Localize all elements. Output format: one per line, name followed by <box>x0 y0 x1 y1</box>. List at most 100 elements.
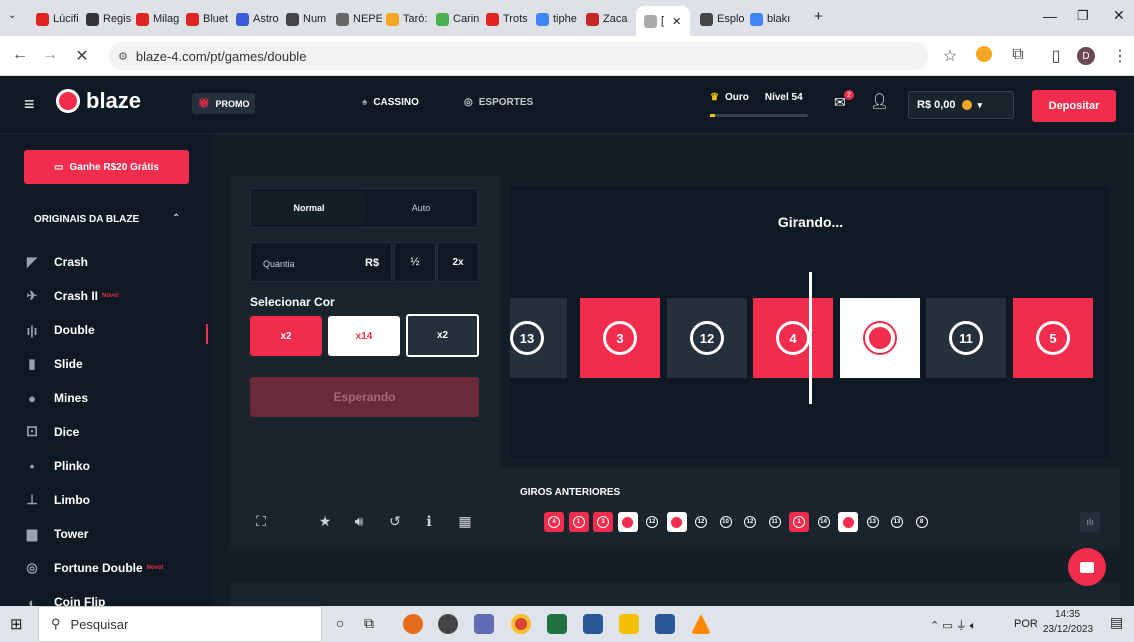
site-info-icon[interactable]: ⚙ <box>118 50 128 63</box>
collapse-chevron-icon[interactable]: ⌃ <box>172 213 180 224</box>
hamburger-icon[interactable]: ≡ <box>24 94 35 115</box>
fullscreen-icon[interactable]: ⛶ <box>248 508 274 534</box>
sidebar-item-limbo[interactable]: ⊥ Limbo <box>24 492 90 508</box>
blaze-logo[interactable]: blaze <box>56 88 141 114</box>
favorite-star-icon[interactable]: ★ <box>312 508 338 534</box>
tab-label: tiphe <box>553 13 577 25</box>
browser-tab[interactable]: Lúcifi <box>36 8 82 30</box>
tab-search-icon[interactable]: ⌄ <box>8 10 16 21</box>
browser-tab[interactable]: Carin <box>436 8 482 30</box>
history-icon[interactable]: ↺ <box>382 508 408 534</box>
browser-tab[interactable]: Num <box>286 8 332 30</box>
history-stats-icon[interactable]: ılı <box>1080 512 1100 532</box>
bet-action-button[interactable]: Esperando <box>250 377 479 417</box>
color-red-button[interactable]: x2 <box>250 316 322 356</box>
history-entry <box>666 512 687 532</box>
taskview-icon[interactable]: ⧉ <box>364 615 374 632</box>
cortana-icon[interactable]: ○ <box>336 615 344 631</box>
sidebar-item-slide[interactable]: ▮ Slide <box>24 356 82 372</box>
cards-icon: ♠ <box>362 97 368 108</box>
clock-time[interactable]: 14:35 <box>1055 609 1080 620</box>
bonus-button[interactable]: ▭ Ganhe R$20 Grátis <box>24 150 189 184</box>
browser-tab[interactable]: Zaca <box>586 8 632 30</box>
logo-text: blaze <box>86 88 142 113</box>
clock-date[interactable]: 23/12/2023 <box>1043 624 1093 635</box>
user-icon[interactable]: 👤︎ <box>870 92 889 110</box>
new-tab-icon[interactable]: + <box>814 8 823 25</box>
half-button[interactable]: ½ <box>394 242 436 282</box>
tab-normal[interactable]: Normal <box>253 191 365 225</box>
bet-panel <box>230 176 500 549</box>
history-entry: 10 <box>715 512 736 532</box>
back-icon[interactable]: ← <box>10 46 30 64</box>
stop-icon[interactable]: ✕ <box>72 46 92 66</box>
app-icon-3[interactable] <box>474 614 494 634</box>
bookmark-star-icon[interactable]: ☆ <box>940 46 960 66</box>
language-indicator[interactable]: POR <box>1014 618 1038 630</box>
sidebar-item-dice[interactable]: ⚀ Dice <box>24 424 79 440</box>
close-window-icon[interactable]: ✕ <box>1113 7 1125 24</box>
sidebar-item-label: Fortune Double <box>54 561 143 575</box>
browser-tab[interactable]: NEPE <box>336 8 382 30</box>
sidebar-item-crash[interactable]: ◤ Crash <box>24 254 88 270</box>
tab-favicon-icon <box>336 12 349 26</box>
browser-tab[interactable]: tiphe <box>536 8 582 30</box>
browser-tab[interactable]: [✕ <box>636 6 690 36</box>
double-button[interactable]: 2x <box>437 242 479 282</box>
sidebar-item-plinko[interactable]: • Plinko <box>24 458 90 474</box>
browser-tab[interactable]: Trots <box>486 8 532 30</box>
tab-auto[interactable]: Auto <box>365 191 477 225</box>
browser-tab[interactable]: blakı <box>750 8 810 30</box>
extensions-puzzle-icon[interactable]: ⧉ <box>1008 46 1028 64</box>
minimize-icon[interactable]: — <box>1043 8 1057 24</box>
balance-dropdown[interactable]: R$ 0,00 ▾ <box>908 91 1014 119</box>
excel-app-icon[interactable] <box>547 614 567 634</box>
notification-center-icon[interactable]: ▤ <box>1110 614 1123 631</box>
info-icon[interactable]: ℹ <box>416 508 442 534</box>
restore-icon[interactable]: ❐ <box>1077 8 1089 24</box>
chrome-app-icon[interactable] <box>511 614 531 634</box>
extension-icon[interactable] <box>976 46 992 62</box>
word-app-icon[interactable] <box>655 614 675 634</box>
sidebar-item-double[interactable]: ı|ı Double <box>24 322 95 338</box>
app-icon-6[interactable] <box>583 614 603 634</box>
sidebar-item-crash-ii[interactable]: ✈ Crash II Novo! <box>24 288 119 304</box>
color-black-button[interactable]: x2 <box>406 314 479 357</box>
tab-favicon-icon <box>644 14 657 28</box>
chat-button[interactable] <box>1068 548 1106 586</box>
menu-kebab-icon[interactable]: ⋮ <box>1110 46 1130 66</box>
cassino-tab[interactable]: ♠ CASSINO <box>362 97 419 108</box>
rank-display[interactable]: ♛ Ouro Nível 54 <box>710 92 803 103</box>
windows-start-icon[interactable]: ⊞ <box>10 615 23 633</box>
sidepanel-icon[interactable]: ▯ <box>1046 46 1066 66</box>
stats-icon[interactable]: ▦ <box>452 508 478 534</box>
url-field[interactable]: ⚙ blaze-4.com/pt/games/double <box>108 42 928 70</box>
browser-tab[interactable]: Esplo <box>700 8 746 30</box>
sidebar-item-label: Dice <box>54 425 80 439</box>
deposit-button[interactable]: Depositar <box>1032 90 1116 122</box>
browser-tab[interactable]: Astro <box>236 8 282 30</box>
close-tab-icon[interactable]: ✕ <box>672 15 681 28</box>
esportes-tab[interactable]: ◎ ESPORTES <box>464 97 533 108</box>
vlc-app-icon[interactable] <box>691 614 711 634</box>
browser-tab[interactable]: Taró: <box>386 8 432 30</box>
profile-avatar[interactable]: D <box>1077 47 1095 65</box>
amount-input[interactable]: Quantia R$ <box>250 242 392 282</box>
app-icon-2[interactable] <box>438 614 458 634</box>
browser-tab[interactable]: Regis <box>86 8 132 30</box>
taskbar-search[interactable]: ⚲ Pesquisar <box>38 606 322 642</box>
sidebar-item-tower[interactable]: ▆ Tower <box>24 526 88 542</box>
firefox-app-icon[interactable] <box>403 614 423 634</box>
browser-tab[interactable]: Milag <box>136 8 182 30</box>
sound-icon[interactable]: 🔊︎ <box>346 508 372 534</box>
browser-tab[interactable]: Bluet <box>186 8 232 30</box>
sidebar-item-mines[interactable]: ● Mines <box>24 390 88 406</box>
history-entry <box>838 512 858 532</box>
promo-button[interactable]: 🎁︎ PROMO <box>192 93 256 114</box>
forward-icon[interactable]: → <box>40 46 60 64</box>
chevron-down-icon: ▾ <box>977 99 983 110</box>
explorer-app-icon[interactable] <box>619 614 639 634</box>
color-white-button[interactable]: x14 <box>328 316 400 356</box>
tray-icons[interactable]: ⌃ ▭ ⏚ 🔈︎ <box>930 617 976 633</box>
sidebar-item-fortune-double[interactable]: ◎ Fortune Double Novo! <box>24 560 163 576</box>
